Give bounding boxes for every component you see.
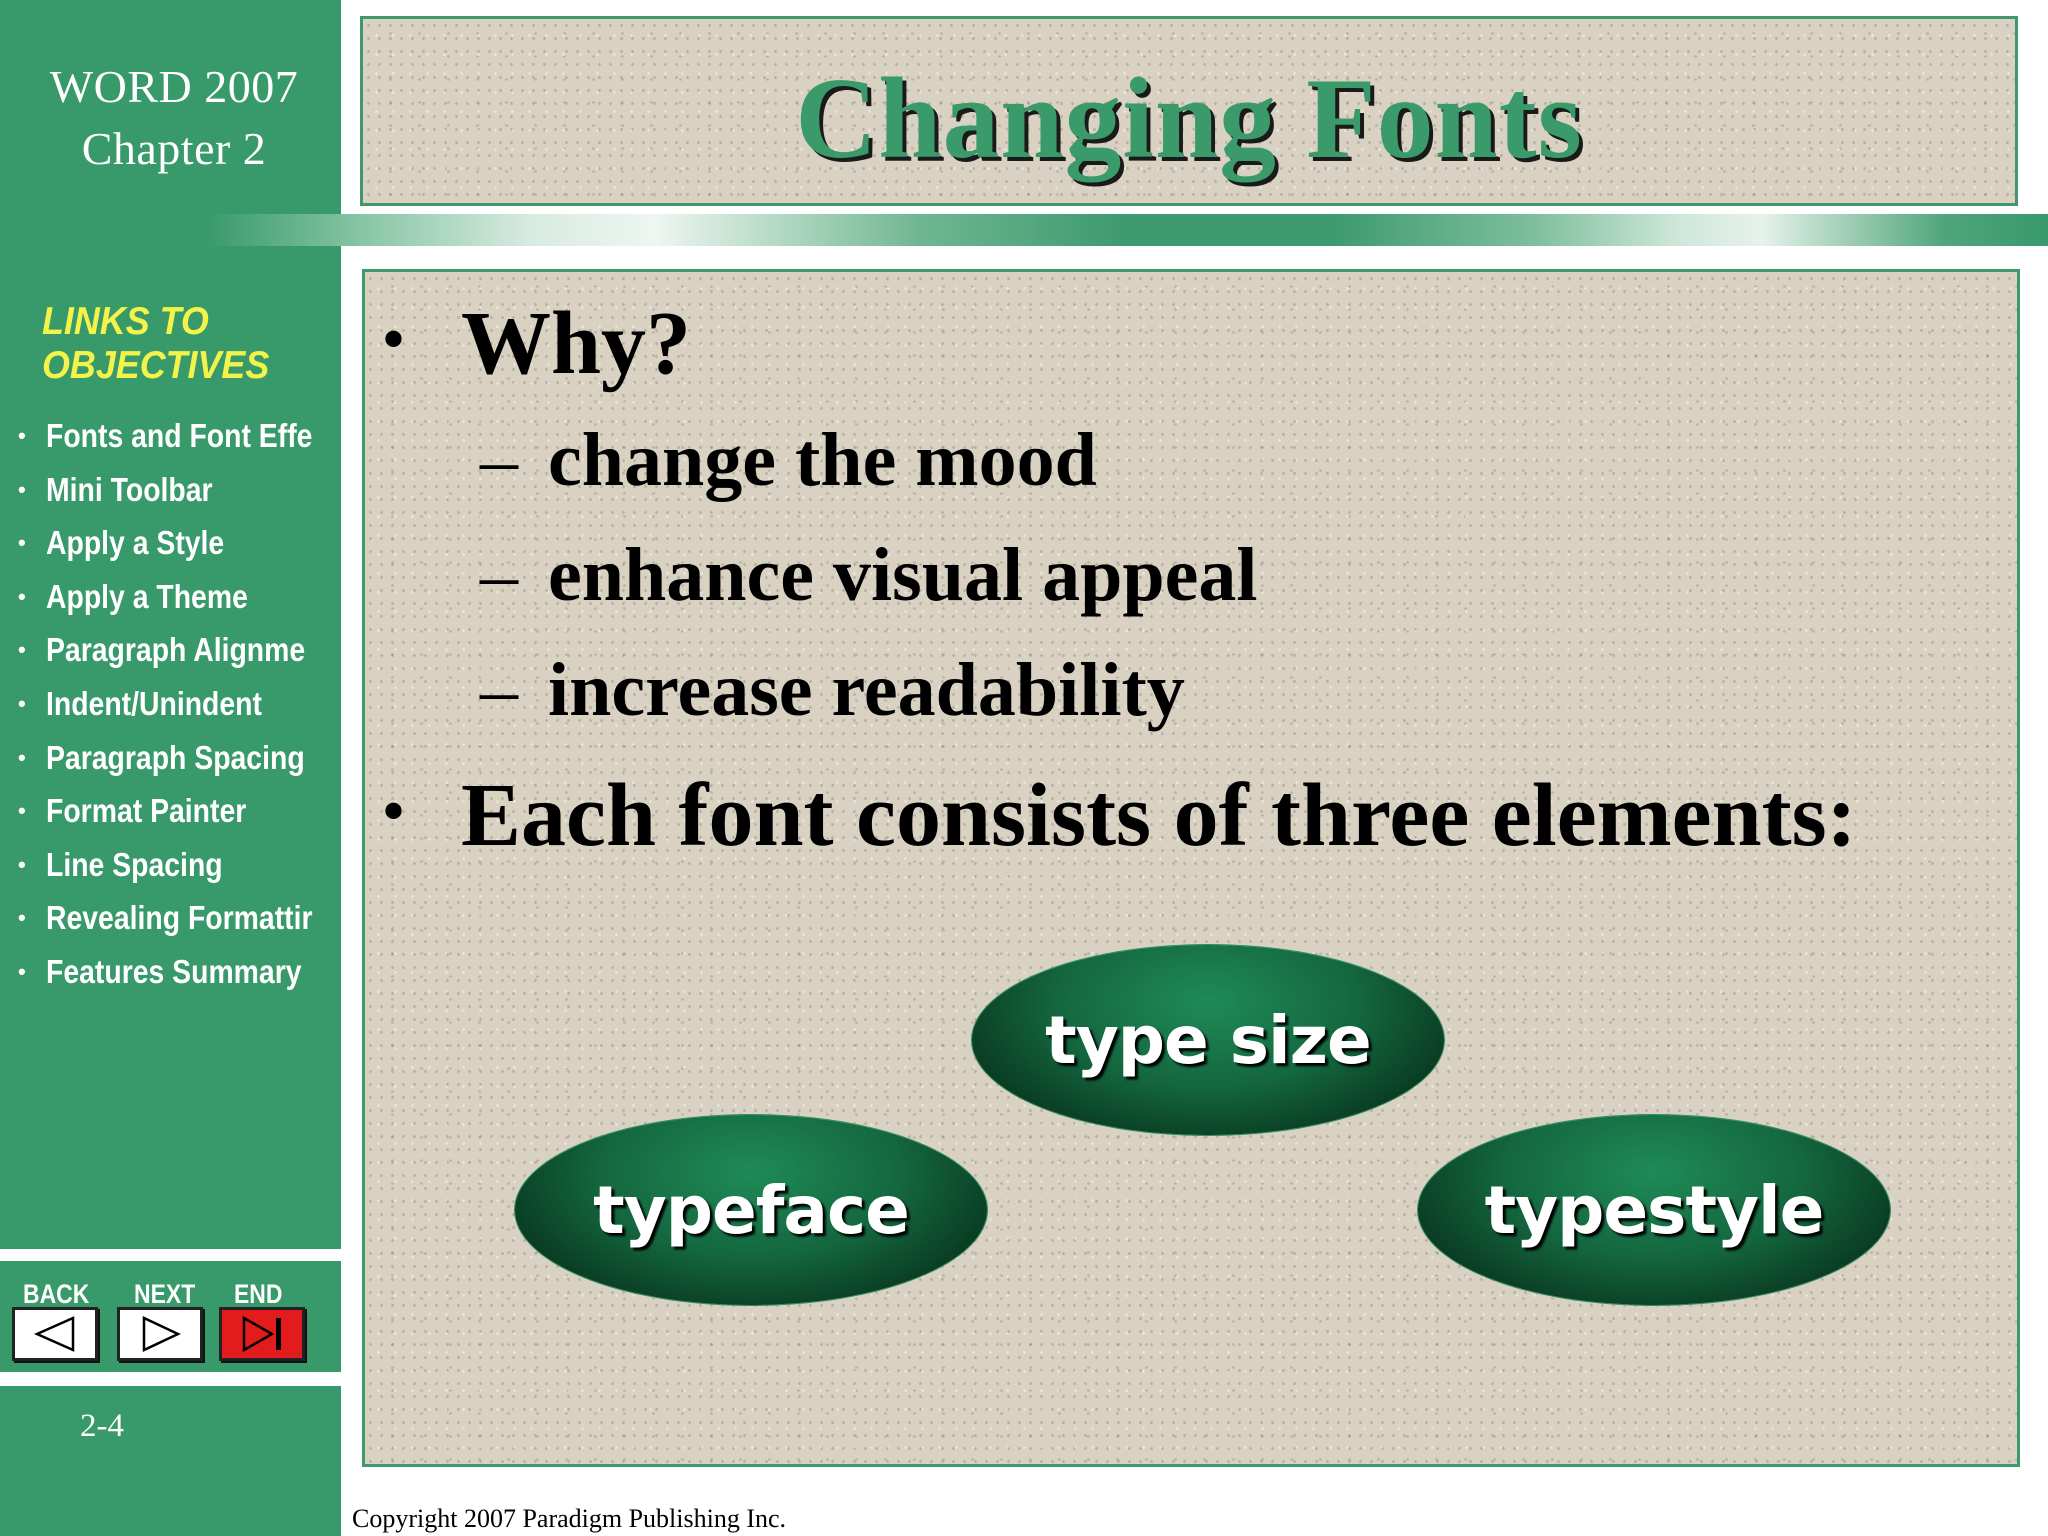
sub-bullet-text: increase readability [548, 648, 1185, 732]
bullet-icon: • [18, 690, 26, 716]
sidebar-separator-2 [0, 1372, 341, 1386]
back-label: BACK [23, 1279, 90, 1309]
objective-link-format-painter[interactable]: • Format Painter [18, 787, 336, 841]
bullet-icon: • [18, 637, 26, 663]
bullet-icon: • [383, 778, 405, 844]
slide-content: • Why? – change the mood – enhance visual a… [362, 269, 2020, 1467]
bullet-icon: • [18, 583, 26, 609]
next-button[interactable] [117, 1307, 203, 1361]
bullet-icon: • [18, 744, 26, 770]
bullet-icon: • [18, 958, 26, 984]
sub-bullet-text: enhance visual appeal [548, 533, 1258, 617]
element-typestyle: typestyle [1418, 1115, 1890, 1305]
header-divider-band [0, 214, 2048, 246]
links-heading-line2: OBJECTIVES [42, 344, 270, 387]
objective-link-apply-theme[interactable]: • Apply a Theme [18, 573, 336, 627]
objective-link-paragraph-spacing[interactable]: • Paragraph Spacing [18, 734, 336, 788]
dash-icon: – [480, 533, 518, 617]
bullet-icon: • [383, 306, 405, 372]
objective-link-indent[interactable]: • Indent/Unindent [18, 680, 336, 734]
bullet-icon: • [18, 905, 26, 931]
objective-link-features-summary[interactable]: • Features Summary [18, 948, 336, 1002]
slide-title-box: Changing Fonts [360, 16, 2018, 206]
navigation-panel: BACK NEXT END [0, 1261, 341, 1372]
skip-to-end-icon [242, 1315, 281, 1353]
back-button[interactable] [12, 1307, 98, 1361]
dash-icon: – [480, 648, 518, 732]
sidebar-header: WORD 2007 Chapter 2 [0, 0, 341, 214]
dash-icon: – [480, 418, 518, 502]
slide-title: Changing Fonts [795, 55, 1583, 183]
page-number: 2-4 [80, 1408, 124, 1444]
bullet-elements-text: Each font consists of three elements: [461, 766, 1857, 865]
bullet-elements: • Each font consists of three elements: [383, 766, 1857, 866]
chapter-label: Chapter 2 [81, 123, 267, 174]
bullet-icon: • [18, 530, 26, 556]
bullet-icon: • [18, 851, 26, 877]
element-typeface-label: typeface [593, 1171, 910, 1249]
app-title: WORD 2007 [49, 61, 299, 112]
sub-bullet: – increase readability [480, 647, 1185, 733]
objective-link-revealing-formatting[interactable]: • Revealing Formattir [18, 894, 336, 948]
bullet-why: • Why? [383, 294, 691, 394]
sub-bullet: – change the mood [480, 417, 1097, 503]
triangle-left-icon [33, 1316, 75, 1352]
triangle-right-icon [142, 1316, 181, 1352]
sidebar-separator [0, 1249, 341, 1261]
objective-link-apply-style[interactable]: • Apply a Style [18, 519, 336, 573]
next-label: NEXT [134, 1279, 196, 1309]
element-typeface: typeface [515, 1115, 987, 1305]
bullet-icon: • [18, 476, 26, 502]
page-number-panel: 2-4 [0, 1386, 341, 1536]
links-heading-line1: LINKS TO [42, 300, 209, 343]
objective-link-line-spacing[interactable]: • Line Spacing [18, 841, 336, 895]
links-heading: LINKS TO OBJECTIVES [42, 300, 269, 388]
objective-link-mini-toolbar[interactable]: • Mini Toolbar [18, 466, 336, 520]
objectives-list: • Fonts and Font Effe • Mini Toolbar • Appl… [18, 412, 336, 1002]
end-button[interactable] [219, 1307, 305, 1361]
bullet-why-text: Why? [461, 294, 692, 393]
objective-link-paragraph-alignment[interactable]: • Paragraph Alignme [18, 626, 336, 680]
copyright-text: Copyright 2007 Paradigm Publishing Inc. [352, 1504, 787, 1533]
end-label: END [234, 1279, 283, 1309]
element-type-size-label: type size [1045, 1001, 1372, 1079]
element-type-size: type size [972, 945, 1444, 1135]
sub-bullet: – enhance visual appeal [480, 532, 1257, 618]
bullet-icon: • [18, 798, 26, 824]
element-typestyle-label: typestyle [1484, 1171, 1825, 1249]
objective-link-fonts[interactable]: • Fonts and Font Effe [18, 412, 336, 466]
sub-bullet-text: change the mood [548, 418, 1097, 502]
bullet-icon: • [18, 423, 26, 448]
